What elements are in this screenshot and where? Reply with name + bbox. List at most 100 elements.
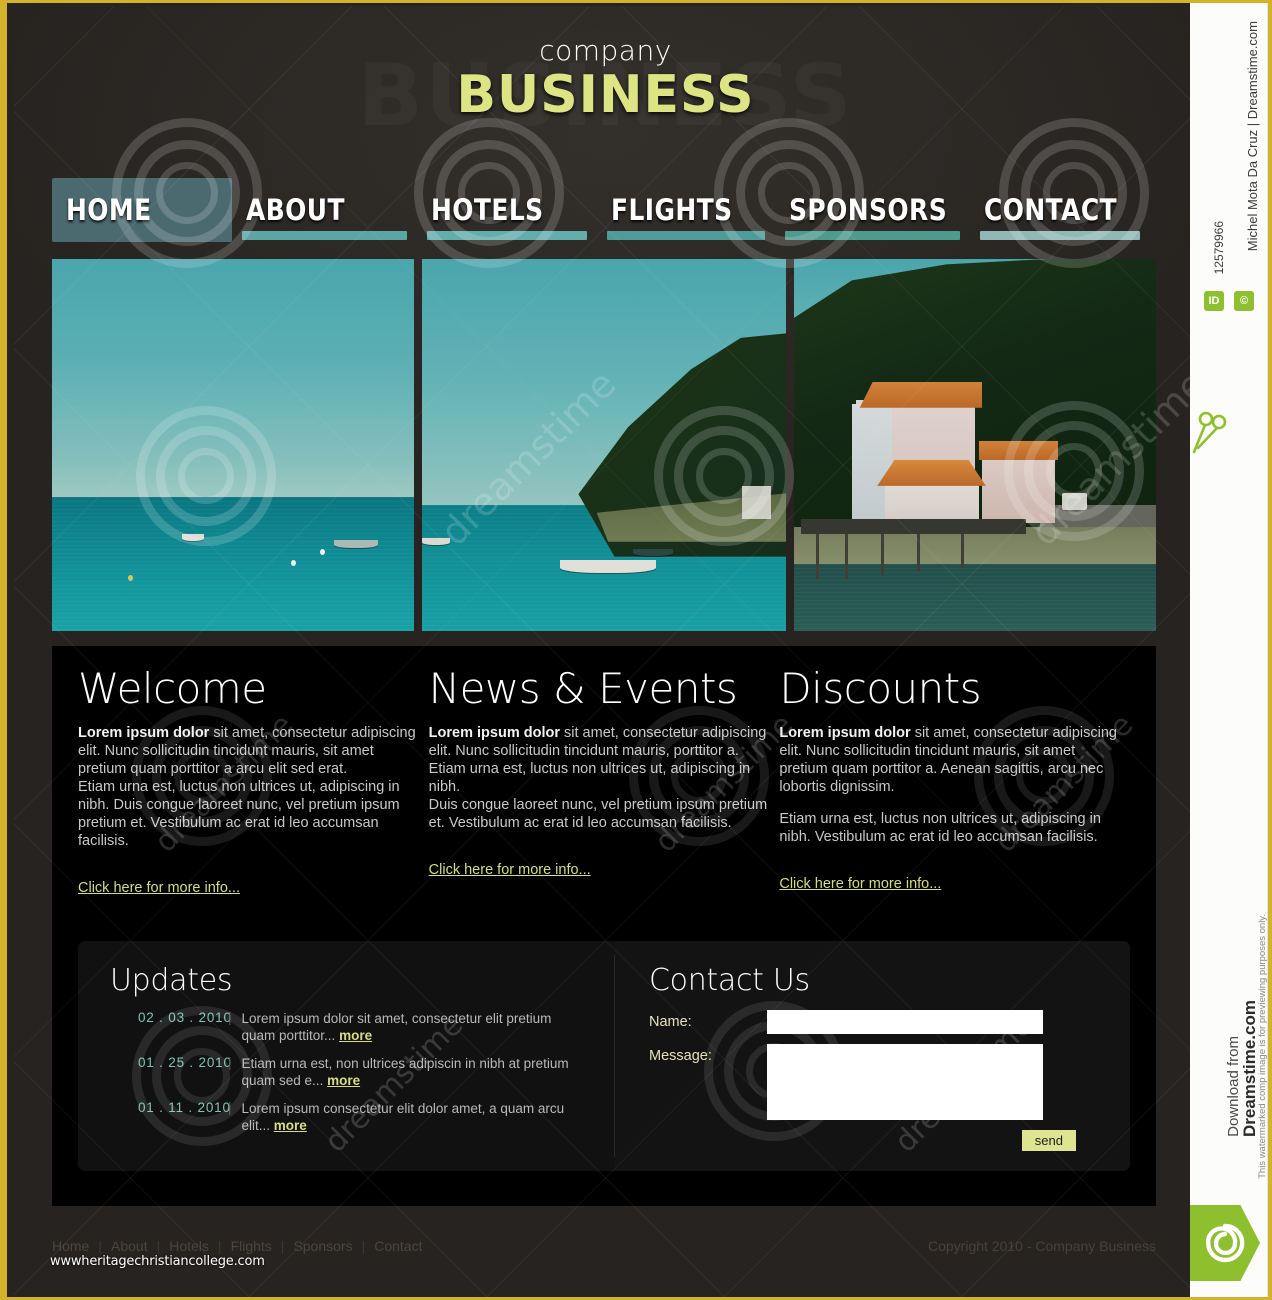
- id-badge-icon: ID: [1204, 291, 1224, 311]
- road: [1040, 504, 1156, 527]
- column-heading: Welcome: [78, 664, 267, 713]
- roof-lower: [877, 459, 986, 486]
- message-field-row: Message:: [649, 1044, 1104, 1120]
- building-right: [982, 456, 1055, 524]
- footer-link-contact[interactable]: Contact: [374, 1238, 422, 1254]
- dreamstime-logo-icon: [1190, 1205, 1260, 1281]
- footer-link-hotels[interactable]: Hotels: [169, 1238, 209, 1254]
- nav-label: HOTELS: [431, 193, 544, 227]
- nav-item-home[interactable]: HOME: [52, 178, 232, 242]
- column-lead: Lorem ipsum dolor: [779, 725, 911, 741]
- nav-item-flights[interactable]: FLIGHTS: [597, 178, 775, 242]
- column-discounts: Discounts Lorem ipsum dolor sit amet, co…: [779, 668, 1130, 897]
- column-welcome: Welcome Lorem ipsum dolor sit amet, cons…: [78, 668, 429, 897]
- more-info-link[interactable]: Click here for more info...: [779, 876, 941, 892]
- update-text: Lorem ipsum dolor sit amet, consectetur …: [242, 1010, 572, 1044]
- boat: [182, 534, 205, 542]
- nav-underline: [980, 231, 1140, 240]
- dreamstime-rail: Michel Mota Da Cruz | Dreamstime.com 125…: [1190, 0, 1272, 1300]
- update-separator: |: [228, 1100, 232, 1115]
- footer-navigation: Home | About | Hotels | Flights | Sponsors | Conta…: [52, 1238, 422, 1254]
- update-date: 02 . 03 . 2010: [138, 1010, 232, 1025]
- more-info-link[interactable]: Click here for more info...: [78, 880, 240, 896]
- name-label: Name:: [649, 1014, 692, 1030]
- footer-link-home[interactable]: Home: [52, 1238, 89, 1254]
- nav-underline: [427, 231, 587, 240]
- roof-main: [859, 381, 983, 408]
- hero-image-sea[interactable]: [52, 259, 414, 631]
- update-row: 01 . 25 . 2010 | Etiam urna est, non ult…: [110, 1055, 596, 1089]
- column-body-3: Duis congue laoreet nunc, vel pretium ip…: [428, 797, 768, 831]
- screenshot-root: BUSINESS company BUSINESS HOME ABOUT HOT…: [0, 0, 1272, 1300]
- water: [794, 564, 1156, 631]
- sky: [52, 259, 414, 498]
- column-lead: Lorem ipsum dolor: [78, 725, 210, 741]
- boat: [334, 539, 379, 548]
- scissors-icon: [1192, 411, 1227, 454]
- buoy: [319, 549, 325, 556]
- footer-separator: |: [156, 1238, 161, 1254]
- column-body-1: Lorem ipsum dolor sit amet, consectetur …: [78, 724, 419, 778]
- footer-separator: |: [98, 1238, 102, 1254]
- updates-heading: Updates: [110, 963, 233, 998]
- update-row: 02 . 03 . 2010 | Lorem ipsum dolor sit a…: [110, 1010, 596, 1044]
- update-more-link[interactable]: more: [339, 1028, 372, 1043]
- update-text: Lorem ipsum consectetur elit dolor amet,…: [242, 1100, 572, 1134]
- column-body-2: Etiam urna est, luctus non ultrices ut, …: [779, 811, 1101, 845]
- column-body-2: Etiam urna est, luctus non ultrices ut, …: [428, 761, 751, 795]
- column-heading: News & Events: [428, 664, 738, 713]
- rail-image-id: 12579966: [1212, 221, 1226, 275]
- nav-item-sponsors[interactable]: SPONSORS: [775, 178, 970, 242]
- footer-link-about[interactable]: About: [111, 1238, 148, 1254]
- nav-underline: [607, 231, 765, 240]
- more-info-link[interactable]: Click here for more info...: [429, 862, 591, 878]
- nav-item-contact[interactable]: CONTACT: [970, 178, 1150, 242]
- nav-label: FLIGHTS: [611, 193, 733, 227]
- update-separator: |: [228, 1055, 232, 1070]
- nav-item-about[interactable]: ABOUT: [232, 178, 417, 242]
- send-button[interactable]: send: [1021, 1130, 1076, 1151]
- copyright-text: Copyright 2010 - Company Business: [927, 1238, 1156, 1254]
- footer-link-sponsors[interactable]: Sponsors: [293, 1238, 352, 1254]
- nav-label: HOME: [66, 193, 152, 227]
- comp-image: BUSINESS company BUSINESS HOME ABOUT HOT…: [0, 0, 1190, 1300]
- name-input[interactable]: [767, 1010, 1043, 1034]
- main-navigation: HOME ABOUT HOTELS FLIGHTS SPONSORS CONTA…: [52, 178, 1157, 246]
- roof-right: [978, 441, 1059, 460]
- boat: [560, 560, 657, 574]
- contact-panel: Contact Us Name: Message: send: [615, 941, 1130, 1171]
- boat: [422, 538, 450, 545]
- logo-company-text: company: [539, 34, 672, 67]
- parked-car: [1061, 493, 1088, 511]
- update-text-body: Etiam urna est, non ultrices adipiscin i…: [241, 1056, 569, 1088]
- pier-deck: [801, 519, 1026, 535]
- column-body-1: Lorem ipsum dolor sit amet, consectetur …: [779, 724, 1120, 796]
- update-text: Etiam urna est, non ultrices adipiscin i…: [242, 1055, 572, 1089]
- hero-image-coast[interactable]: [422, 259, 786, 631]
- footer-separator: |: [217, 1238, 222, 1254]
- footer-separator: |: [280, 1238, 285, 1254]
- site-logo[interactable]: company BUSINESS: [14, 34, 1190, 125]
- nav-item-hotels[interactable]: HOTELS: [417, 178, 597, 242]
- column-news-events: News & Events Lorem ipsum dolor sit amet…: [429, 668, 780, 897]
- message-textarea[interactable]: [767, 1044, 1043, 1120]
- update-text-body: Lorem ipsum dolor sit amet, consectetur …: [241, 1011, 552, 1043]
- footer-link-flights[interactable]: Flights: [231, 1238, 272, 1254]
- update-more-link[interactable]: more: [274, 1118, 307, 1133]
- logo-business-text: BUSINESS: [456, 64, 755, 125]
- update-date: 01 . 11 . 2010: [138, 1100, 231, 1115]
- nav-label: CONTACT: [984, 193, 1118, 227]
- rail-note-text: This watermarked comp image is for previ…: [1257, 914, 1268, 1179]
- lower-panels: Updates 02 . 03 . 2010 | Lorem ipsum dol…: [78, 941, 1130, 1171]
- name-field-row: Name:: [649, 1010, 1104, 1034]
- updates-panel: Updates 02 . 03 . 2010 | Lorem ipsum dol…: [78, 941, 614, 1171]
- nav-label: ABOUT: [246, 193, 345, 227]
- building: [742, 485, 772, 520]
- column-body-2: Etiam urna est, luctus non ultrices ut, …: [78, 779, 400, 849]
- copyright-badge-icon: ©: [1234, 291, 1254, 311]
- boat: [633, 549, 674, 557]
- column-body-1: Lorem ipsum dolor sit amet, consectetur …: [429, 724, 770, 760]
- site-footer: Home | About | Hotels | Flights | Sponsors | Conta…: [52, 1238, 1156, 1254]
- update-more-link[interactable]: more: [327, 1073, 360, 1088]
- hero-image-house[interactable]: [794, 259, 1156, 631]
